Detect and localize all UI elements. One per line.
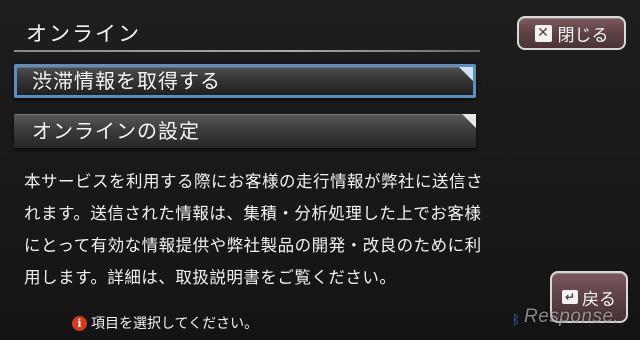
info-icon: i	[72, 315, 87, 331]
watermark-logo: Response.	[524, 306, 620, 327]
service-description: 本サービスを利用する際にお客様の走行情報が弊社に送信さ れます。送信された情報は…	[24, 166, 564, 294]
menu-item-label: オンラインの設定	[32, 119, 200, 143]
menu-item-traffic-info[interactable]: 渋滞情報を取得する	[14, 64, 476, 98]
status-message: 項目を選択してください。	[91, 316, 259, 332]
corner-tab-icon	[462, 114, 476, 128]
close-button[interactable]: ✕ 閉じる	[517, 16, 626, 50]
menu-item-online-settings[interactable]: オンラインの設定	[14, 114, 476, 148]
description-line: 用します。詳細は、取扱説明書をご覧ください。	[24, 268, 397, 287]
status-bar: i 項目を選択してください。	[72, 313, 258, 333]
close-icon: ✕	[534, 24, 552, 42]
return-arrow-icon: ↵	[562, 290, 578, 304]
page-title: オンライン	[26, 22, 141, 46]
title-divider	[14, 50, 480, 52]
close-button-label: 閉じる	[557, 25, 609, 46]
menu-item-label: 渋滞情報を取得する	[32, 69, 221, 93]
description-line: 本サービスを利用する際にお客様の走行情報が弊社に送信さ	[24, 172, 483, 191]
bluetooth-icon: ᛒ	[512, 313, 520, 328]
corner-tab-icon	[459, 67, 473, 81]
description-line: れます。送信された情報は、集積・分析処理した上でお客様	[24, 204, 482, 223]
description-line: にとって有効な情報提供や弊社製品の開発・改良のために利	[24, 236, 482, 255]
